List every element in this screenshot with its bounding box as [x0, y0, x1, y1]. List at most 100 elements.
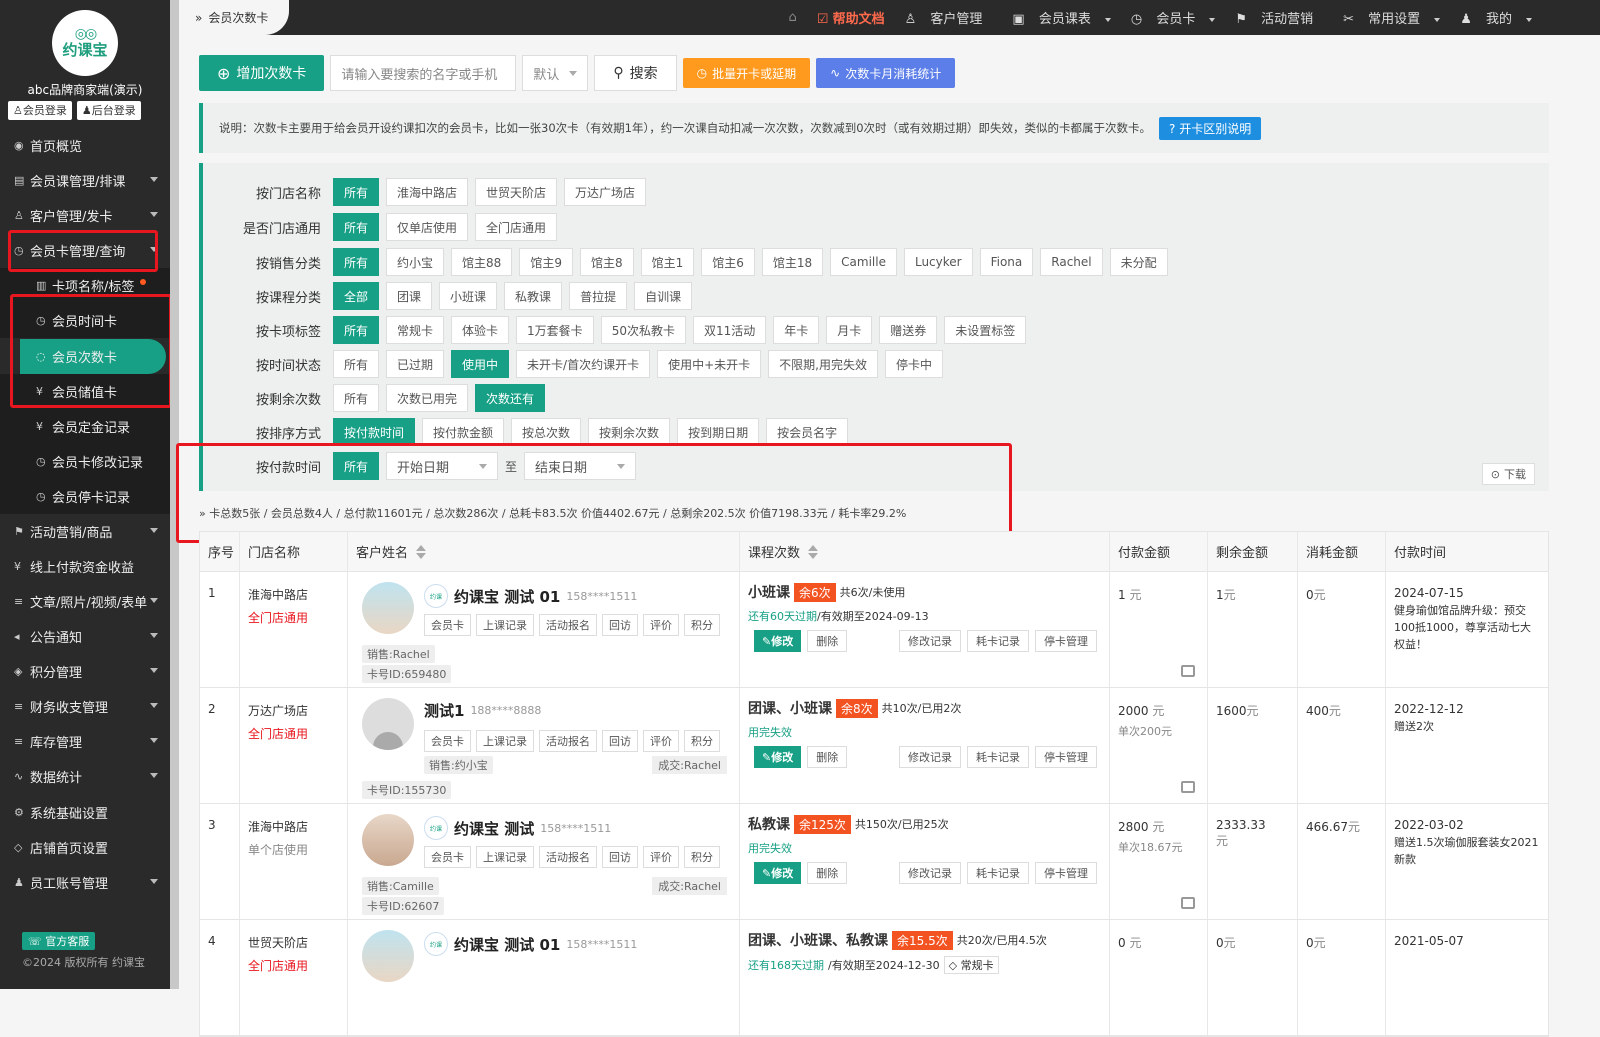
stop-card-button[interactable]: 停卡管理 [1035, 746, 1097, 768]
nav-inventory[interactable]: ≡ 库存管理 [0, 724, 170, 759]
member-card-menu[interactable]: ◷ 会员卡 [1121, 8, 1226, 27]
filter-option[interactable]: Rachel [1040, 248, 1103, 276]
class-records-button[interactable]: 上课记录 [476, 614, 534, 636]
consumption-records-button[interactable]: 耗卡记录 [967, 746, 1029, 768]
common-settings-menu[interactable]: ✂ 常用设置 [1333, 8, 1450, 27]
follow-up-button[interactable]: 回访 [602, 614, 638, 636]
filter-option[interactable]: 未开卡/首次约课开卡 [516, 350, 651, 378]
review-button[interactable]: 评价 [643, 846, 679, 868]
filter-option[interactable]: 按到期日期 [677, 418, 760, 446]
event-signup-button[interactable]: 活动报名 [539, 846, 597, 868]
admin-login-button[interactable]: ♟后台登录 [76, 101, 141, 120]
print-icon[interactable] [1181, 781, 1195, 793]
filter-option[interactable]: 未分配 [1109, 248, 1168, 276]
filter-option[interactable]: 团课 [386, 282, 433, 310]
nav-staff-accounts[interactable]: ♟ 员工账号管理 [0, 865, 170, 900]
home-icon[interactable]: ⌂ [779, 10, 807, 25]
filter-option[interactable]: 全门店通用 [475, 213, 558, 241]
member-schedule-menu[interactable]: ▣ 会员课表 [1002, 8, 1120, 27]
search-button[interactable]: ⚲ 搜索 [594, 55, 677, 91]
points-button[interactable]: 积分 [684, 614, 720, 636]
print-icon[interactable] [1181, 897, 1195, 909]
edit-button[interactable]: ✎ 修改 [754, 746, 802, 768]
class-records-button[interactable]: 上课记录 [476, 730, 534, 752]
filter-option[interactable]: 按总次数 [511, 418, 582, 446]
filter-option[interactable]: 年卡 [773, 316, 820, 344]
customer-name[interactable]: 约课 约课宝 测试 158****1511 [424, 816, 611, 840]
nav-articles-media[interactable]: ≡ 文章/照片/视频/表单 [0, 584, 170, 619]
event-signup-button[interactable]: 活动报名 [539, 730, 597, 752]
filter-option[interactable]: 次数已用完 [386, 384, 469, 412]
nav-customer-management[interactable]: ♙ 客户管理/发卡 [0, 198, 170, 233]
filter-option[interactable]: 私教课 [504, 282, 563, 310]
help-docs-link[interactable]: ☑ 帮助文档 [807, 8, 895, 27]
sort-icon[interactable] [416, 544, 427, 559]
nav-announcements[interactable]: ◂ 公告通知 [0, 619, 170, 654]
filter-option[interactable]: 赠送券 [879, 316, 938, 344]
nav-store-home-settings[interactable]: ◇ 店铺首页设置 [0, 830, 170, 865]
nav-system-settings[interactable]: ⚙ 系统基础设置 [0, 795, 170, 830]
filter-option[interactable]: 次数还有 [475, 384, 546, 412]
filter-option[interactable]: 不限期,用完失效 [768, 350, 878, 378]
edit-button[interactable]: ✎ 修改 [754, 630, 802, 652]
nav-online-payments[interactable]: ¥ 线上付款资金收益 [0, 549, 170, 584]
filter-option[interactable]: 1万套餐卡 [516, 316, 594, 344]
filter-option[interactable]: 使用中 [451, 350, 510, 378]
points-button[interactable]: 积分 [684, 730, 720, 752]
sortable-header-name[interactable]: 客户姓名 [348, 532, 740, 571]
filter-option[interactable]: 50次私教卡 [600, 316, 686, 344]
filter-option[interactable]: 按付款时间 [333, 418, 416, 446]
filter-option[interactable]: 未设置标签 [944, 316, 1027, 344]
filter-option[interactable]: 自训课 [634, 282, 693, 310]
member-card-button[interactable]: 会员卡 [424, 614, 471, 636]
avatar[interactable] [362, 698, 414, 750]
nav-finance[interactable]: ≡ 财务收支管理 [0, 689, 170, 724]
filter-option[interactable]: 双11活动 [692, 316, 767, 344]
sort-icon[interactable] [808, 544, 819, 559]
nav-marketing[interactable]: ⚑ 活动营销/商品 [0, 514, 170, 549]
filter-option[interactable]: 常规卡 [386, 316, 445, 344]
edit-records-button[interactable]: 修改记录 [899, 746, 961, 768]
customer-name[interactable]: 测试1 188****8888 [424, 700, 541, 721]
filter-option[interactable]: 月卡 [826, 316, 873, 344]
class-records-button[interactable]: 上课记录 [476, 846, 534, 868]
avatar[interactable] [362, 930, 414, 982]
edit-button[interactable]: ✎ 修改 [754, 862, 802, 884]
stop-card-button[interactable]: 停卡管理 [1035, 862, 1097, 884]
filter-option[interactable]: 仅单店使用 [386, 213, 469, 241]
filter-option[interactable]: 按付款金额 [422, 418, 505, 446]
filter-option[interactable]: 所有 [333, 384, 380, 412]
nav-statistics[interactable]: ∿ 数据统计 [0, 759, 170, 794]
filter-option[interactable]: 馆主88 [451, 248, 513, 276]
nav-points[interactable]: ◈ 积分管理 [0, 654, 170, 689]
filter-option[interactable]: 所有 [333, 350, 380, 378]
filter-option[interactable]: 约小宝 [386, 248, 445, 276]
delete-button[interactable]: 删除 [807, 630, 848, 652]
filter-option[interactable]: 普拉提 [569, 282, 628, 310]
customer-name[interactable]: 约课 约课宝 测试 01 158****1511 [424, 932, 637, 956]
customer-management-link[interactable]: ♙ 客户管理 [895, 8, 1003, 27]
filter-option[interactable]: 世贸天阶店 [475, 178, 558, 206]
filter-option[interactable]: 已过期 [386, 350, 445, 378]
filter-option[interactable]: 所有 [333, 213, 380, 241]
filter-option[interactable]: 小班课 [439, 282, 498, 310]
filter-option[interactable]: 馆主18 [761, 248, 824, 276]
filter-option[interactable]: 按会员名字 [766, 418, 849, 446]
customer-name[interactable]: 约课 约课宝 测试 01 158****1511 [424, 584, 637, 608]
edit-records-button[interactable]: 修改记录 [899, 862, 961, 884]
filter-option[interactable]: 所有 [333, 316, 380, 344]
consumption-records-button[interactable]: 耗卡记录 [967, 630, 1029, 652]
avatar[interactable] [362, 582, 414, 634]
member-card-button[interactable]: 会员卡 [424, 846, 471, 868]
search-input[interactable]: 请输入要搜索的名字或手机 [330, 55, 517, 91]
member-login-button[interactable]: ♙会员登录 [8, 101, 72, 120]
member-card-button[interactable]: 会员卡 [424, 730, 471, 752]
stop-card-button[interactable]: 停卡管理 [1035, 630, 1097, 652]
filter-option[interactable]: Lucyker [903, 248, 973, 276]
filter-option[interactable]: 馆主8 [579, 248, 634, 276]
filter-option[interactable]: Fiona [979, 248, 1034, 276]
filter-option[interactable]: 馆主6 [701, 248, 755, 276]
filter-option[interactable]: 馆主9 [519, 248, 573, 276]
batch-open-extend-button[interactable]: ◷ 批量开卡或延期 [682, 58, 811, 88]
filter-option[interactable]: 馆主1 [640, 248, 695, 276]
